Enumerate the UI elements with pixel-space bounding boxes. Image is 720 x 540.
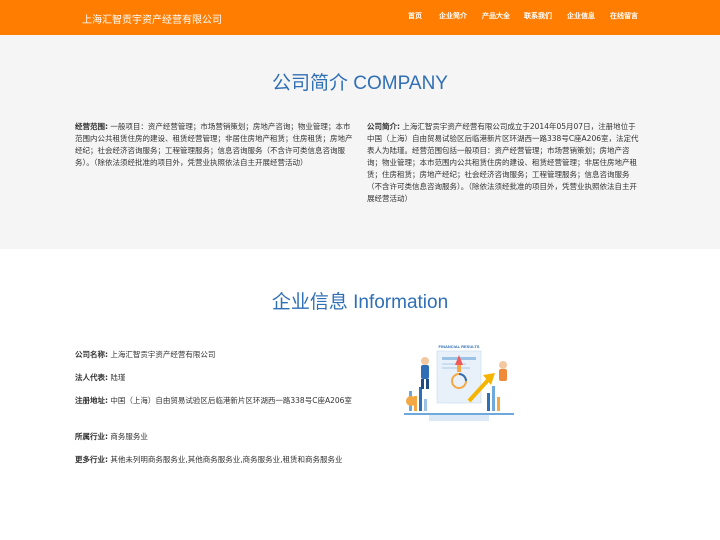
- info-label: 公司名称:: [75, 350, 108, 359]
- business-scope-text: 一般项目：资产经营管理；市场营销策划；房地产咨询；物业管理；本市范围内公共租赁住…: [75, 122, 353, 167]
- info-value: 其他未列明商务服务业,其他商务服务业,商务服务业,租赁和商务服务业: [110, 455, 343, 464]
- nav-company-intro[interactable]: 企业简介: [439, 11, 467, 21]
- info-row-industry: 所属行业: 商务服务业: [75, 431, 353, 443]
- company-intro-label: 公司简介:: [367, 122, 400, 131]
- section-title-information: 企业信息 Information: [271, 292, 449, 313]
- info-row-address: 注册地址: 中国（上海）自由贸易试验区后临港新片区环湖西一路338号C座A206…: [75, 395, 353, 407]
- nav-contact[interactable]: 联系我们: [524, 11, 552, 21]
- nav-products[interactable]: 产品大全: [482, 11, 510, 21]
- info-row-legal-rep: 法人代表: 陆瑾: [75, 372, 353, 384]
- business-scope-label: 经营范围:: [75, 122, 108, 131]
- top-header: 上海汇智贡宇资产经营有限公司 首页 企业简介 产品大全 联系我们 企业信息 在线…: [0, 0, 720, 35]
- company-intro-text: 上海汇智贡宇资产经营有限公司成立于2014年05月07日，注册地位于中国（上海）…: [367, 122, 639, 203]
- business-scope-paragraph: 经营范围: 一般项目：资产经营管理；市场营销策划；房地产咨询；物业管理；本市范围…: [75, 121, 353, 169]
- info-value: 商务服务业: [110, 432, 148, 441]
- info-row-company-name: 公司名称: 上海汇智贡宇资产经营有限公司: [75, 349, 353, 361]
- illustration-caption: FINANCIAL RESULTS: [439, 344, 480, 349]
- info-label: 法人代表:: [75, 373, 108, 382]
- company-info-section: 企业信息 Information 公司名称: 上海汇智贡宇资产经营有限公司 法人…: [0, 249, 720, 540]
- section-title-company: 公司简介 COMPANY: [272, 73, 448, 94]
- nav-message[interactable]: 在线留言: [610, 11, 638, 21]
- info-label: 更多行业:: [75, 455, 108, 464]
- company-intro-section: 公司简介 COMPANY 经营范围: 一般项目：资产经营管理；市场营销策划；房地…: [0, 35, 720, 249]
- info-value: 陆瑾: [110, 373, 126, 382]
- info-value: 上海汇智贡宇资产经营有限公司: [110, 350, 216, 359]
- nav-home[interactable]: 首页: [408, 11, 422, 21]
- financial-results-illustration: FINANCIAL RESULTS: [404, 344, 514, 421]
- company-intro-paragraph: 公司简介: 上海汇智贡宇资产经营有限公司成立于2014年05月07日，注册地位于…: [367, 121, 642, 205]
- nav-company-info[interactable]: 企业信息: [567, 11, 595, 21]
- info-value: 中国（上海）自由贸易试验区后临港新片区环湖西一路338号C座A206室: [110, 396, 352, 405]
- info-row-more-industries: 更多行业: 其他未列明商务服务业,其他商务服务业,商务服务业,租赁和商务服务业: [75, 454, 353, 466]
- info-label: 所属行业:: [75, 432, 108, 441]
- info-label: 注册地址:: [75, 396, 108, 405]
- main-nav: 首页 企业简介 产品大全 联系我们 企业信息 在线留言: [0, 11, 720, 25]
